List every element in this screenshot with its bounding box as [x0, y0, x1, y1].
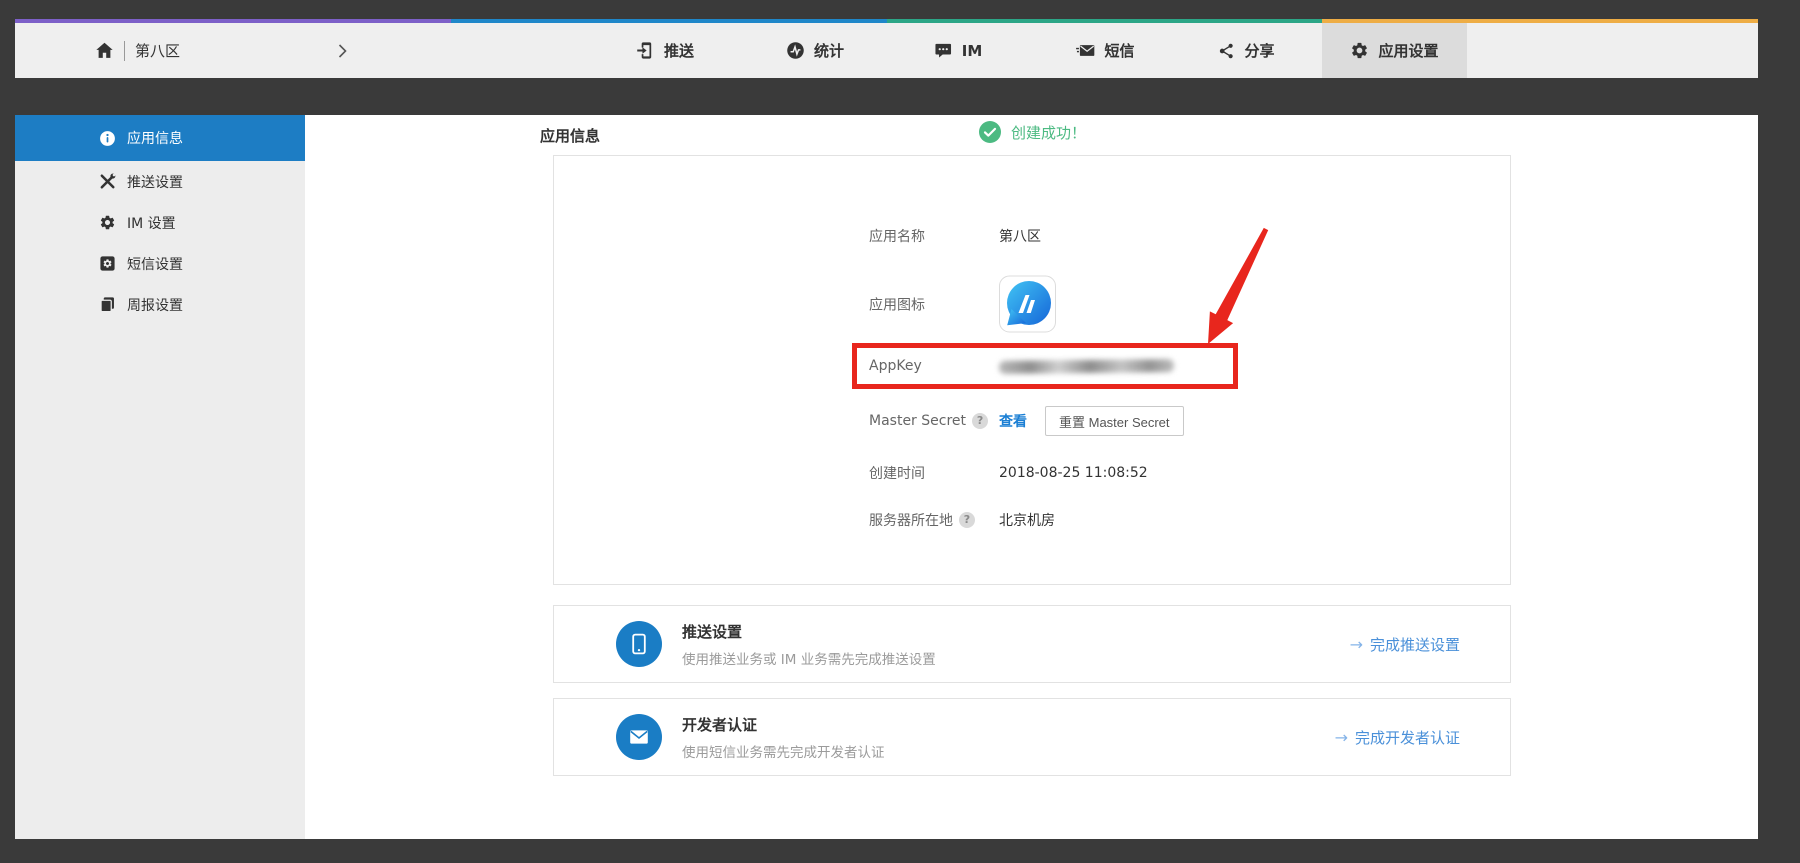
field-label: 应用名称 [869, 226, 999, 246]
card-title: 推送设置 [682, 621, 936, 642]
mail-icon [616, 714, 662, 760]
help-icon[interactable] [972, 413, 988, 429]
field-row-app-name: 应用名称 第八区 [869, 226, 1041, 246]
card-description: 使用短信业务需先完成开发者认证 [682, 741, 885, 761]
top-navbar: 第八区 推送 统计 IM 短信 [15, 19, 1758, 78]
sidebar-item-app-info[interactable]: 应用信息 [15, 115, 305, 161]
push-icon [636, 41, 655, 60]
breadcrumb[interactable]: 第八区 [95, 23, 347, 78]
field-row-created-at: 创建时间 2018-08-25 11:08:52 [869, 463, 1148, 483]
nav-item-share[interactable]: 分享 [1199, 23, 1292, 78]
sidebar-item-push-settings[interactable]: 推送设置 [15, 161, 305, 202]
check-circle-icon [979, 121, 1001, 143]
reset-master-secret-button[interactable]: 重置 Master Secret [1045, 406, 1184, 436]
report-copy-icon [99, 296, 116, 313]
field-label: 服务器所在地 [869, 510, 953, 530]
field-row-appkey: AppKey [869, 358, 1174, 374]
nav-item-app-settings[interactable]: 应用设置 [1322, 23, 1467, 78]
breadcrumb-divider [124, 41, 125, 61]
gear-square-icon [99, 255, 116, 272]
page-title: 应用信息 [540, 125, 600, 146]
complete-push-settings-link[interactable]: 完成推送设置 [1350, 634, 1460, 655]
created-at-value: 2018-08-25 11:08:52 [999, 465, 1148, 481]
nav-item-sms[interactable]: 短信 [1057, 23, 1152, 78]
gear-ring-icon [99, 214, 116, 231]
phone-icon [616, 621, 662, 667]
card-title: 开发者认证 [682, 714, 885, 735]
nav-item-im[interactable]: IM [916, 23, 1001, 78]
app-info-card: 应用名称 第八区 应用图标 AppKey Master Secret 查看 [553, 155, 1511, 585]
server-location-value: 北京机房 [999, 510, 1055, 530]
app-logo-icon [999, 276, 1056, 333]
field-row-app-icon: 应用图标 [869, 276, 1056, 333]
nav-item-stats[interactable]: 统计 [768, 23, 862, 78]
field-label: 应用图标 [869, 294, 999, 314]
success-message: 创建成功！ [1011, 122, 1086, 143]
field-row-master-secret: Master Secret 查看 重置 Master Secret [869, 406, 1184, 436]
card-description: 使用推送业务或 IM 业务需先完成推送设置 [682, 648, 936, 668]
view-secret-link[interactable]: 查看 [999, 411, 1027, 431]
help-icon[interactable] [959, 512, 975, 528]
im-chat-icon [934, 41, 953, 60]
field-label: 创建时间 [869, 463, 999, 483]
breadcrumb-app-name[interactable]: 第八区 [135, 40, 180, 61]
gear-icon [1350, 41, 1369, 60]
nav-item-push[interactable]: 推送 [618, 23, 712, 78]
developer-verification-card: 开发者认证 使用短信业务需先完成开发者认证 完成开发者认证 [553, 698, 1511, 776]
chevron-right-icon[interactable] [338, 44, 347, 58]
complete-developer-verification-link[interactable]: 完成开发者认证 [1335, 727, 1460, 748]
info-icon [99, 130, 116, 147]
tools-icon [99, 173, 116, 190]
arrow-right-icon [1350, 635, 1363, 654]
appkey-masked-value [999, 359, 1174, 374]
sidebar-item-im-settings[interactable]: IM 设置 [15, 202, 305, 243]
push-settings-card: 推送设置 使用推送业务或 IM 业务需先完成推送设置 完成推送设置 [553, 605, 1511, 683]
arrow-right-icon [1335, 728, 1348, 747]
sidebar: 应用信息 推送设置 IM 设置 短信设置 周报设置 [15, 115, 305, 839]
sidebar-item-weekly-report[interactable]: 周报设置 [15, 284, 305, 325]
stats-icon [786, 41, 805, 60]
share-icon [1217, 42, 1235, 60]
app-name-value: 第八区 [999, 226, 1041, 246]
sms-icon [1075, 41, 1095, 60]
field-label: Master Secret [869, 413, 966, 429]
field-row-server-location: 服务器所在地 北京机房 [869, 510, 1055, 530]
field-label: AppKey [869, 358, 999, 374]
sidebar-item-sms-settings[interactable]: 短信设置 [15, 243, 305, 284]
success-banner: 创建成功！ [979, 121, 1086, 143]
main-content: 应用信息 创建成功！ 应用名称 第八区 应用图标 AppKey [305, 115, 1758, 839]
home-icon[interactable] [95, 41, 114, 60]
